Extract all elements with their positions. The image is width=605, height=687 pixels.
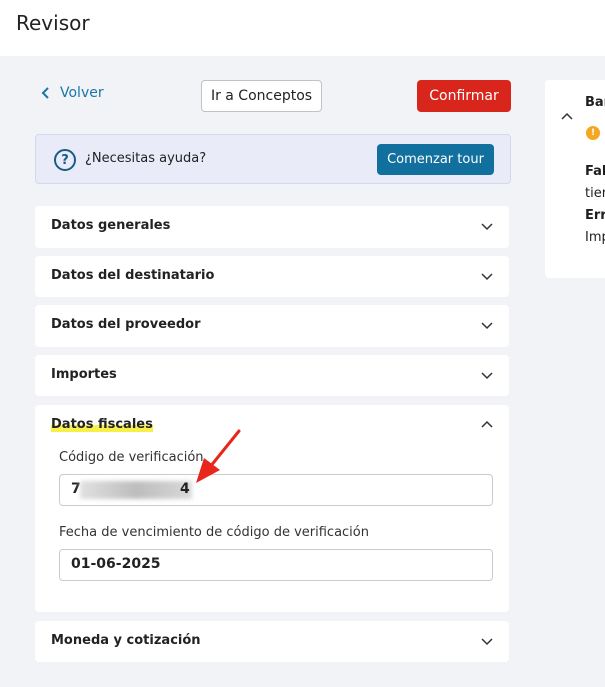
verification-code-input[interactable]: 7 4 bbox=[59, 474, 493, 506]
chevron-up-icon[interactable] bbox=[561, 111, 573, 123]
section-supplier[interactable]: Datos del proveedor bbox=[35, 305, 509, 347]
chevron-down-icon bbox=[481, 638, 493, 646]
section-general[interactable]: Datos generales bbox=[35, 206, 509, 248]
chevron-down-icon bbox=[481, 322, 493, 330]
side-card-line: Fal bbox=[585, 164, 605, 179]
section-title: Importes bbox=[51, 367, 117, 382]
question-icon: ? bbox=[54, 149, 76, 171]
back-link[interactable]: Volver bbox=[40, 85, 104, 101]
section-title[interactable]: Datos fiscales bbox=[51, 417, 153, 432]
verification-code-label: Código de verificación bbox=[59, 450, 204, 465]
redacted-mask bbox=[80, 481, 192, 499]
chevron-up-icon[interactable] bbox=[481, 419, 493, 431]
chevron-down-icon bbox=[481, 223, 493, 231]
top-bar: Revisor bbox=[0, 0, 605, 56]
back-label: Volver bbox=[60, 85, 104, 101]
section-fiscal: Datos fiscales Código de verificación 7 … bbox=[35, 405, 509, 612]
side-card-line: tier bbox=[585, 186, 605, 201]
go-to-concepts-button[interactable]: Ir a Conceptos bbox=[201, 80, 322, 112]
start-tour-button[interactable]: Comenzar tour bbox=[377, 144, 494, 175]
help-text: ¿Necesitas ayuda? bbox=[85, 151, 207, 166]
chevron-down-icon bbox=[481, 273, 493, 281]
chevron-down-icon bbox=[481, 372, 493, 380]
side-card-title: Bar bbox=[585, 95, 605, 110]
section-title: Moneda y cotización bbox=[51, 633, 201, 648]
section-currency[interactable]: Moneda y cotización bbox=[35, 621, 509, 662]
section-title: Datos generales bbox=[51, 218, 171, 233]
section-title: Datos del destinatario bbox=[51, 268, 215, 283]
chevron-left-icon bbox=[41, 87, 49, 99]
expiry-date-input[interactable]: 01-06-2025 bbox=[59, 549, 493, 581]
section-title: Datos del proveedor bbox=[51, 317, 201, 332]
side-card-line: Imp bbox=[585, 230, 605, 245]
warning-icon: ! bbox=[586, 126, 600, 140]
section-recipient[interactable]: Datos del destinatario bbox=[35, 256, 509, 297]
expiry-date-label: Fecha de vencimiento de código de verifi… bbox=[59, 525, 369, 540]
annotation-arrow-icon bbox=[196, 429, 241, 483]
page-title: Revisor bbox=[16, 11, 90, 35]
help-banner: ? ¿Necesitas ayuda? Comenzar tour bbox=[35, 134, 511, 184]
code-last-char: 4 bbox=[180, 481, 190, 497]
side-card: Bar ! Fal tier Err Imp bbox=[545, 80, 605, 278]
confirm-button[interactable]: Confirmar bbox=[417, 80, 511, 112]
section-amounts[interactable]: Importes bbox=[35, 355, 509, 396]
side-card-line: Err bbox=[585, 208, 605, 223]
